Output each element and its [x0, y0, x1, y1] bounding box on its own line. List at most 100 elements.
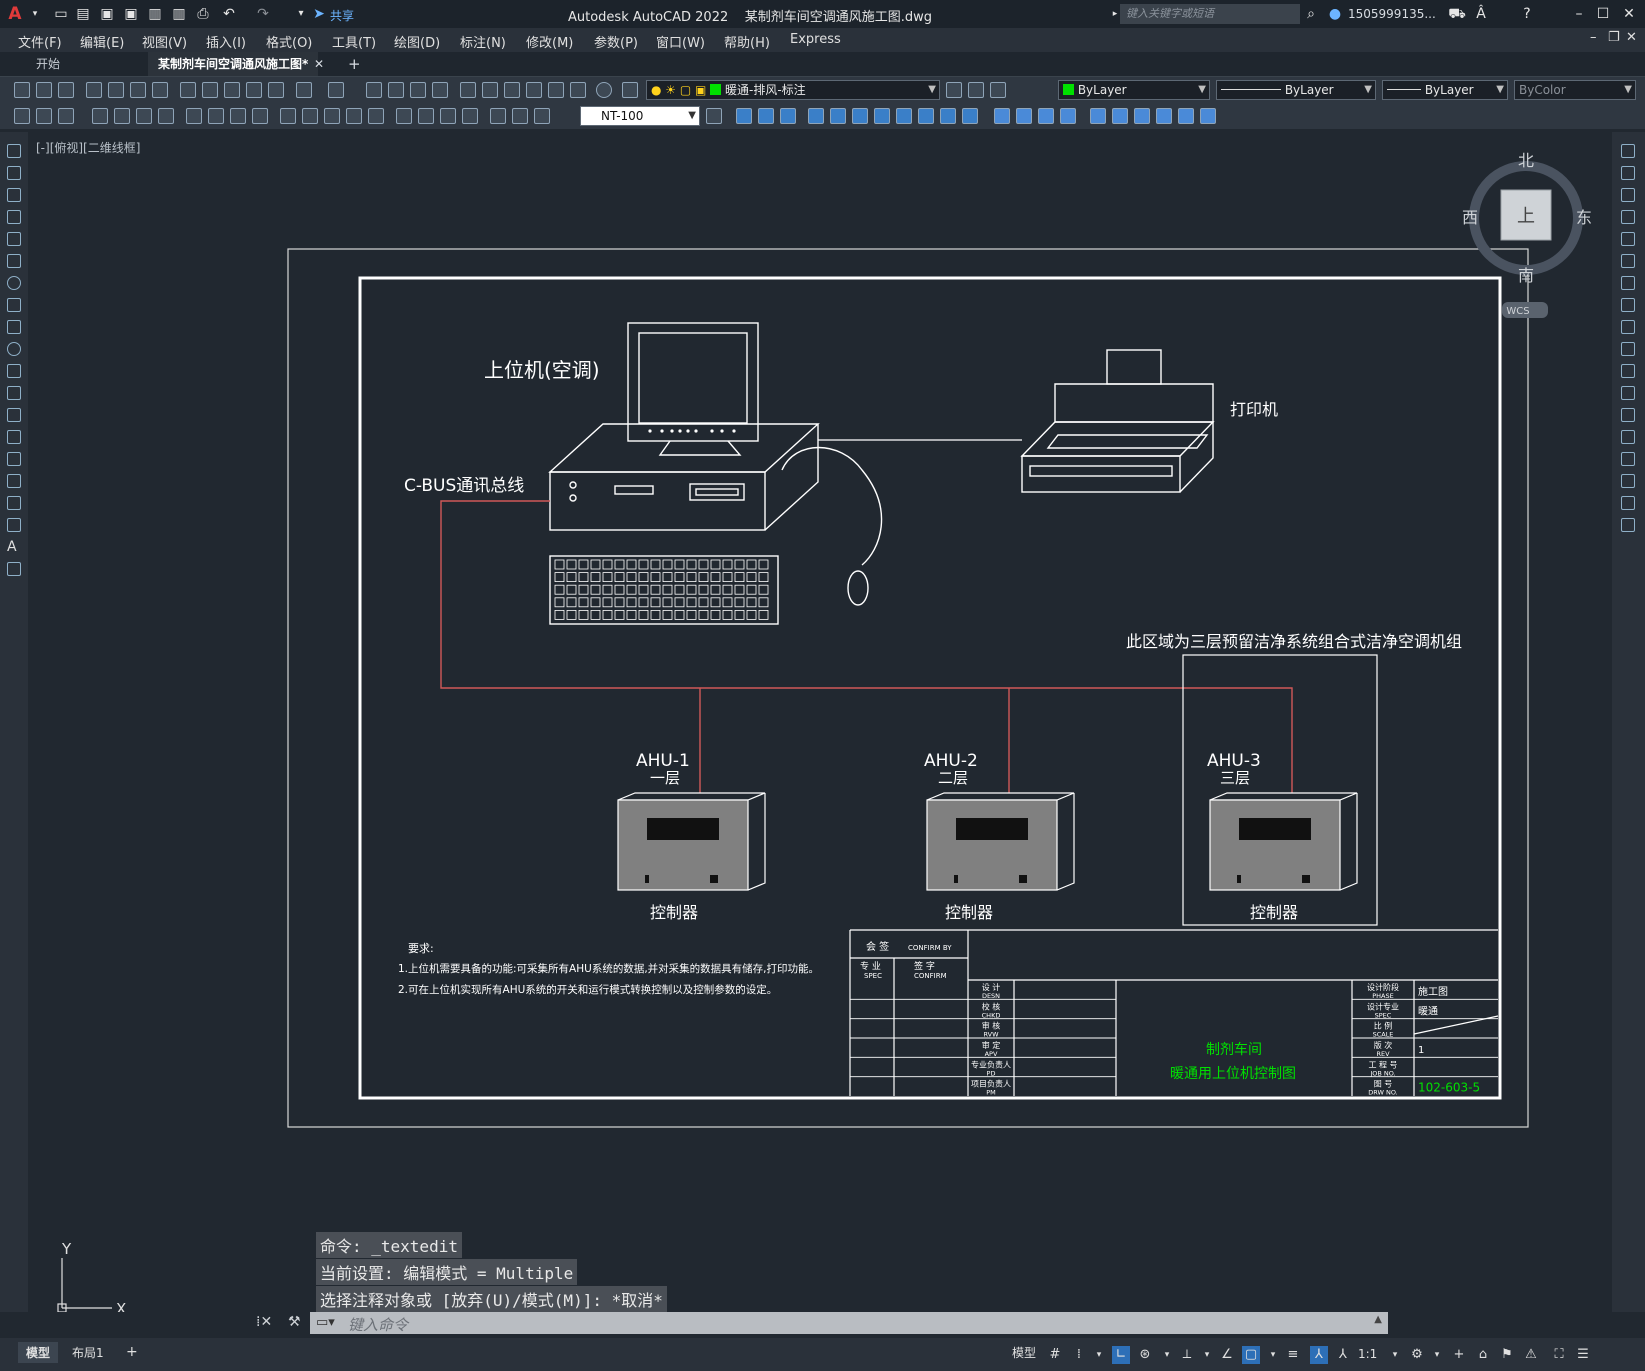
search-input[interactable]: 键入关键字或短语	[1120, 4, 1300, 24]
join-icon[interactable]	[1621, 430, 1635, 444]
doc-restore-icon[interactable]: ❐	[1608, 30, 1620, 45]
tab-start[interactable]: 开始	[26, 52, 70, 76]
doc-close-icon[interactable]: ✕	[1626, 30, 1637, 45]
fillet-icon[interactable]	[1621, 474, 1635, 488]
undo-icon[interactable]: ↶	[220, 5, 238, 23]
customization-icon[interactable]: ☰	[1574, 1346, 1592, 1364]
command-input[interactable]: ▭▾ 键入命令 ▲	[310, 1312, 1388, 1334]
open-icon[interactable]	[36, 82, 52, 98]
construction-line-icon[interactable]	[7, 166, 21, 180]
tool-icon[interactable]	[830, 108, 846, 124]
mirror-icon[interactable]	[1621, 188, 1635, 202]
jogged-dim-icon[interactable]	[208, 108, 224, 124]
scale-icon[interactable]	[1621, 298, 1635, 312]
hatch-icon[interactable]	[7, 452, 21, 466]
print-icon[interactable]	[86, 82, 102, 98]
new-icon[interactable]	[14, 82, 30, 98]
model-space-button[interactable]: 模型	[1004, 1342, 1044, 1363]
continue-dim-icon[interactable]	[324, 108, 340, 124]
dim-edit-icon[interactable]	[490, 108, 506, 124]
publish-icon[interactable]	[130, 82, 146, 98]
chevron-down-icon[interactable]: ▾	[1198, 1346, 1216, 1364]
help-toolbar-icon[interactable]	[596, 82, 612, 98]
clean-screen-icon[interactable]: ⚠	[1522, 1346, 1540, 1364]
angular-dim-icon[interactable]	[252, 108, 268, 124]
line-icon[interactable]	[7, 144, 21, 158]
copy-object-icon[interactable]	[1621, 166, 1635, 180]
lineweight-icon[interactable]: ≡	[1284, 1346, 1302, 1364]
dim-space-icon[interactable]	[346, 108, 362, 124]
menu-edit[interactable]: 编辑(E)	[80, 32, 124, 51]
tool-icon[interactable]	[918, 108, 934, 124]
chevron-down-icon[interactable]: ▾	[1428, 1346, 1446, 1364]
chevron-down-icon[interactable]: ▼	[688, 107, 696, 125]
annotation-scale[interactable]: 1:1	[1358, 1347, 1377, 1361]
tool-icon[interactable]	[780, 108, 796, 124]
blend-curves-icon[interactable]	[1621, 496, 1635, 510]
grid-icon[interactable]: #	[1046, 1346, 1064, 1364]
isodraft-icon[interactable]: ⟂	[1178, 1346, 1196, 1364]
center-mark-icon[interactable]	[418, 108, 434, 124]
zoom-window-icon[interactable]	[410, 82, 426, 98]
pan-icon[interactable]	[366, 82, 382, 98]
annotation-visibility-icon[interactable]: ⅄	[1310, 1346, 1328, 1364]
tool-icon[interactable]	[758, 108, 774, 124]
share-icon[interactable]: ➤	[310, 5, 328, 23]
chevron-down-icon[interactable]: ▼	[1364, 81, 1372, 99]
make-block-icon[interactable]	[7, 408, 21, 422]
model-tab[interactable]: 模型	[18, 1342, 59, 1363]
auto-scale-icon[interactable]: ⅄	[1334, 1346, 1352, 1364]
compass-west[interactable]: 西	[1462, 208, 1478, 227]
viewcube-top-label[interactable]: 上	[1517, 206, 1535, 227]
rectangle-icon[interactable]	[7, 232, 21, 246]
break-icon[interactable]	[1621, 408, 1635, 422]
hardware-acceleration-icon[interactable]: ⚑	[1498, 1346, 1516, 1364]
redo-icon[interactable]: ↷	[254, 5, 272, 23]
menu-view[interactable]: 视图(V)	[142, 32, 187, 51]
design-center-icon[interactable]	[482, 82, 498, 98]
offset-icon[interactable]	[1621, 210, 1635, 224]
tool-icon[interactable]	[14, 108, 30, 124]
dim-break-icon[interactable]	[368, 108, 384, 124]
inspection-icon[interactable]	[440, 108, 456, 124]
isolate-objects-icon[interactable]: ⌂	[1474, 1346, 1492, 1364]
paste-icon[interactable]	[224, 82, 240, 98]
open-web-icon[interactable]: ▥	[146, 5, 164, 23]
chevron-down-icon[interactable]: ▼	[928, 81, 936, 99]
polygon-icon[interactable]	[7, 210, 21, 224]
radius-dim-icon[interactable]	[186, 108, 202, 124]
command-close-icon[interactable]: ⁞✕	[256, 1314, 272, 1330]
tab-active-document[interactable]: 某制剂车间空调通风施工图*	[148, 52, 318, 76]
tool-icon[interactable]	[36, 108, 52, 124]
ellipse-arc-icon[interactable]	[7, 364, 21, 378]
lineweight-dropdown[interactable]: ByLayer ▼	[1382, 80, 1508, 100]
chevron-down-icon[interactable]: ▾	[1386, 1346, 1404, 1364]
redo-toolbar-icon[interactable]	[328, 82, 344, 98]
aligned-dim-icon[interactable]	[114, 108, 130, 124]
menu-dimension[interactable]: 标注(N)	[460, 32, 506, 51]
copy-icon[interactable]	[202, 82, 218, 98]
tool-icon[interactable]	[1200, 108, 1216, 124]
doc-minimize-icon[interactable]: –	[1590, 30, 1597, 45]
recent-commands-icon[interactable]: ▭▾	[316, 1315, 335, 1330]
tool-icon[interactable]	[896, 108, 912, 124]
minimize-icon[interactable]: –	[1570, 5, 1588, 23]
tool-icon[interactable]	[808, 108, 824, 124]
compass-east[interactable]: 东	[1576, 208, 1592, 227]
menu-tools[interactable]: 工具(T)	[332, 32, 376, 51]
menu-window[interactable]: 窗口(W)	[656, 32, 705, 51]
table-icon[interactable]	[7, 518, 21, 532]
tool-icon[interactable]	[1038, 108, 1054, 124]
help-icon[interactable]: ?	[1518, 5, 1536, 23]
make-current-layer-icon[interactable]	[946, 82, 962, 98]
insert-block-icon[interactable]	[7, 386, 21, 400]
layer-previous-icon[interactable]	[968, 82, 984, 98]
drawing-canvas[interactable]: 上位机(空调) C-BUS通讯总线 打印机 此区域为三层预留洁净系统组合式洁净空…	[28, 132, 1612, 1312]
print-preview-icon[interactable]	[108, 82, 124, 98]
tool-icon[interactable]	[1060, 108, 1076, 124]
command-customize-icon[interactable]: ⚒	[288, 1314, 301, 1330]
ellipse-icon[interactable]	[7, 342, 21, 356]
tool-icon[interactable]	[1134, 108, 1150, 124]
diameter-dim-icon[interactable]	[230, 108, 246, 124]
tool-icon[interactable]	[736, 108, 752, 124]
